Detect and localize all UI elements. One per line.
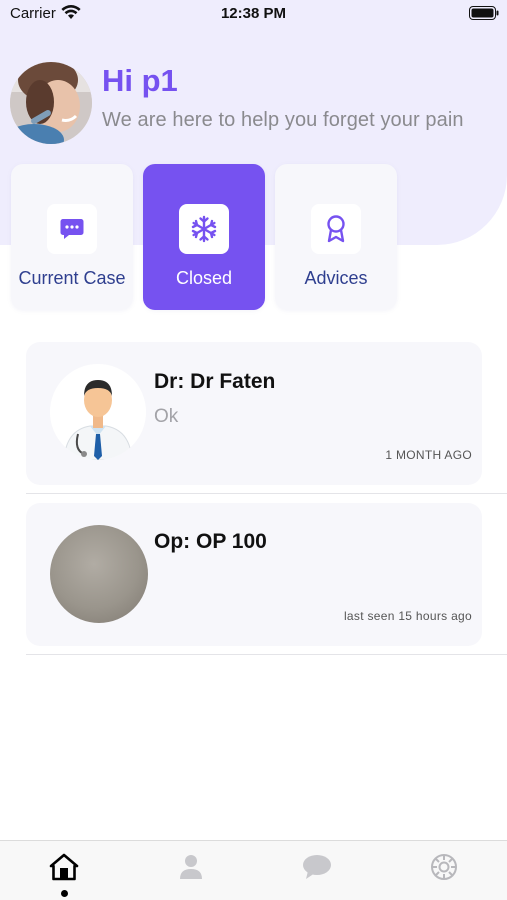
home-icon xyxy=(49,853,79,881)
clock-time: 12:38 PM xyxy=(220,5,287,22)
tab-advices[interactable]: Advices xyxy=(275,164,397,310)
active-tab-indicator xyxy=(61,890,68,897)
chat-tab[interactable] xyxy=(300,851,334,883)
tab-label: Current Case xyxy=(18,268,126,288)
user-avatar[interactable] xyxy=(10,62,92,144)
settings-tab[interactable] xyxy=(427,851,461,883)
award-ribbon-icon xyxy=(311,204,361,254)
case-card[interactable]: Dr: Dr Faten Ok 1 MONTH AGO xyxy=(26,342,482,485)
profile-icon xyxy=(180,855,202,879)
case-last-message: Ok xyxy=(154,406,179,427)
doctor-avatar xyxy=(50,364,146,460)
chat-icon xyxy=(303,855,331,879)
user-photo xyxy=(10,62,92,144)
tab-current-case[interactable]: Current Case xyxy=(11,164,133,310)
home-tab[interactable] xyxy=(47,851,81,883)
battery-icon xyxy=(469,6,499,20)
settings-gear-icon xyxy=(431,854,457,880)
chat-bubble-icon xyxy=(47,204,97,254)
divider xyxy=(26,493,507,494)
tab-closed[interactable]: Closed xyxy=(143,164,265,310)
case-timestamp: 1 MONTH AGO xyxy=(385,448,472,462)
greeting-title: Hi p1 xyxy=(102,63,178,98)
case-card[interactable]: Op: OP 100 last seen 15 hours ago xyxy=(26,503,482,646)
case-name: Dr: Dr Faten xyxy=(154,370,276,393)
bottom-tab-bar xyxy=(0,840,507,900)
snowflake-icon xyxy=(179,204,229,254)
case-last-seen: last seen 15 hours ago xyxy=(343,609,472,623)
divider xyxy=(26,654,507,655)
tab-label: Advices xyxy=(304,268,368,288)
tab-label: Closed xyxy=(175,268,233,288)
greeting-subtitle: We are here to help you forget your pain xyxy=(102,109,464,131)
case-name: Op: OP 100 xyxy=(154,530,267,553)
profile-tab[interactable] xyxy=(174,851,208,883)
blurred-avatar xyxy=(50,525,148,623)
status-bar: Carrier 12:38 PM xyxy=(0,0,507,30)
